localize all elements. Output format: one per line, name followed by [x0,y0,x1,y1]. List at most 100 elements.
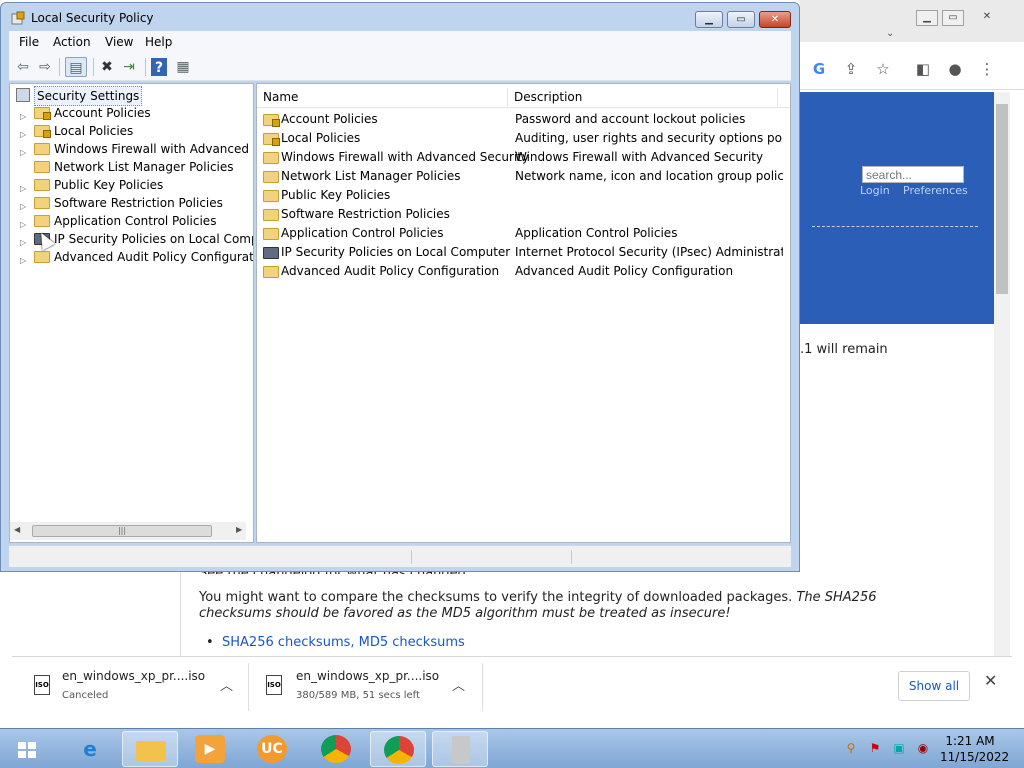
expand-arrow-icon[interactable]: ▷ [20,252,26,270]
taskbar-chrome-active[interactable] [370,731,426,767]
tree-item-network-list-manager[interactable]: Network List Manager Policies [10,158,253,176]
flag-icon[interactable]: ⚑ [868,741,882,755]
browser-scrollbar-thumb[interactable] [996,104,1008,294]
menu-file[interactable]: File [19,35,39,49]
tree-item-windows-firewall[interactable]: ▷ Windows Firewall with Advanced Securit… [10,140,253,158]
tree-item-software-restriction[interactable]: ▷ Software Restriction Policies [10,194,253,212]
checksum-paragraph: You might want to compare the checksums … [199,590,877,605]
menu-action[interactable]: Action [53,35,91,49]
tree-item-advanced-audit[interactable]: ▷ Advanced Audit Policy Configuration [10,248,254,266]
list-item[interactable]: Software Restriction Policies [257,205,790,224]
search-icon[interactable]: ⚲ [844,741,858,755]
display-icon[interactable]: ▣ [892,741,906,755]
scroll-right-arrow-icon[interactable]: ▶ [236,525,242,534]
folder-icon [34,251,50,263]
share-icon[interactable]: ⇪ [840,58,862,80]
download-item[interactable]: ISO en_windows_xp_pr....iso 380/589 MB, … [246,657,482,717]
bullet-icon: • [206,635,214,650]
checksum-bullet: • SHA256 checksums, MD5 checksums [206,635,465,650]
list-item[interactable]: Windows Firewall with Advanced Security … [257,148,790,167]
side-panel-icon[interactable]: ◧ [912,58,934,80]
download-item[interactable]: ISO en_windows_xp_pr....iso Canceled ︿ [12,657,246,717]
menu-help[interactable]: Help [145,35,172,49]
chevron-up-icon[interactable]: ︿ [220,675,233,694]
start-button[interactable] [6,733,46,765]
security-policy-icon [452,736,470,764]
column-header-name[interactable]: Name [263,90,298,104]
sha256-link[interactable]: SHA256 checksums [222,635,350,650]
chevron-down-icon[interactable]: ⌄ [886,28,894,39]
tree-item-account-policies[interactable]: ▷ Account Policies [10,104,253,122]
profile-icon[interactable]: ● [944,58,966,80]
browser-close-button[interactable]: ✕ [976,10,998,26]
folder-icon [34,143,50,155]
volume-icon[interactable]: ◉ [916,741,930,755]
lock-folder-icon [34,125,51,138]
taskbar-local-security-policy[interactable] [432,731,488,767]
search-input[interactable] [862,166,964,183]
folder-icon [263,228,279,240]
folder-icon [34,179,50,191]
list-item[interactable]: Local Policies Auditing, user rights and… [257,129,790,148]
column-divider[interactable] [507,88,508,106]
tree-item-label: Advanced Audit Policy Configuration [54,250,254,264]
chevron-up-icon[interactable]: ︿ [452,675,465,694]
minimize-button[interactable]: ▁ [695,11,723,28]
help-icon[interactable]: ? [151,58,167,76]
list-item[interactable]: Account Policies Password and account lo… [257,110,790,129]
menu-kebab-icon[interactable]: ⋮ [976,58,998,80]
login-link[interactable]: Login [860,184,890,197]
tree-horizontal-scrollbar[interactable]: ◀ ||| ▶ [10,522,246,540]
tree-item-local-policies[interactable]: ▷ Local Policies [10,122,253,140]
tree-item-application-control[interactable]: ▷ Application Control Policies [10,212,253,230]
show-hide-console-tree-icon[interactable]: ▤ [65,57,87,77]
list-item-name: Application Control Policies [281,226,444,240]
list-item[interactable]: Application Control Policies Application… [257,224,790,243]
menu-view[interactable]: View [105,35,133,49]
taskbar-internet-explorer[interactable]: e [62,731,118,767]
properties-pane-icon[interactable]: ▦ [173,57,193,77]
taskbar-uc-browser[interactable]: UC [244,731,300,767]
preferences-link[interactable]: Preferences [903,184,968,197]
list-item[interactable]: Advanced Audit Policy Configuration Adva… [257,262,790,281]
export-list-icon[interactable]: ⇥ [119,57,139,77]
back-arrow-icon[interactable]: ⇦ [13,57,33,77]
list-item[interactable]: IP Security Policies on Local Computer I… [257,243,790,262]
close-icon[interactable]: ✕ [984,671,997,690]
tree-item-public-key-policies[interactable]: ▷ Public Key Policies [10,176,253,194]
taskbar-chrome[interactable] [308,731,364,767]
internet-explorer-icon: e [83,737,97,761]
ip-security-icon [263,247,279,259]
system-clock[interactable]: 1:21 AM 11/15/2022 [940,733,1009,765]
checksum-paragraph-2: checksums should be favored as the MD5 a… [199,606,731,621]
list-item[interactable]: Network List Manager Policies Network na… [257,167,790,186]
list-item[interactable]: Public Key Policies [257,186,790,205]
scrollbar-thumb[interactable]: ||| [32,525,212,537]
browser-minimize-button[interactable]: ▁ [916,10,938,26]
clock-time: 1:21 AM [945,734,995,748]
details-list: Name Description Account Policies Passwo… [256,83,791,543]
column-header-description[interactable]: Description [514,90,582,104]
forward-arrow-icon[interactable]: ⇨ [35,57,55,77]
tree-item-label: Account Policies [54,106,151,120]
browser-maximize-button[interactable]: ▭ [942,10,964,26]
tree-item-label: IP Security Policies on Local Computer [54,232,253,246]
bookmark-star-icon[interactable]: ☆ [872,58,894,80]
taskbar-media-player[interactable]: ▶ [182,731,238,767]
delete-icon[interactable]: ✖ [97,57,117,77]
list-item-description: Application Control Policies [515,226,678,240]
scroll-left-arrow-icon[interactable]: ◀ [14,525,20,534]
close-button[interactable]: ✕ [759,11,791,28]
column-divider[interactable] [777,88,778,106]
md5-link[interactable]: MD5 checksums [359,635,465,650]
tree-root-security-settings[interactable]: Security Settings [10,86,250,106]
show-all-button[interactable]: Show all [898,671,970,701]
chrome-icon [384,736,414,764]
taskbar-file-explorer[interactable] [122,731,178,767]
download-bar: ISO en_windows_xp_pr....iso Canceled ︿ I… [12,656,1012,716]
list-item-description: Password and account lockout policies [515,112,746,126]
checksum-warning: checksums should be favored as the MD5 a… [199,606,731,621]
google-icon[interactable]: G [808,58,830,80]
maximize-button[interactable]: ▭ [727,11,755,28]
window-titlebar[interactable]: Local Security Policy ▁ ▭ ✕ [1,3,799,31]
